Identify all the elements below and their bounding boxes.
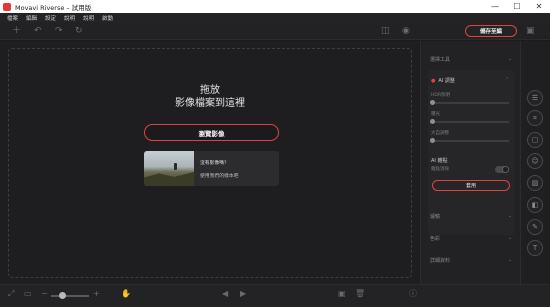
add-icon[interactable]: ＋ [12,26,21,36]
menu-help[interactable]: 說明 [83,14,94,22]
chevron-down-icon[interactable]: ⌄ [508,213,512,219]
undo-icon[interactable]: ↶ [34,26,42,36]
zoom-out-icon[interactable]: − [41,289,48,299]
menu-settings[interactable]: 設定 [45,14,56,22]
zoom-in-icon[interactable]: + [93,289,100,299]
chevron-down-icon[interactable]: ⌄ [508,257,512,263]
slider-label-exposure: 曝光 [431,112,440,117]
hand-icon[interactable]: ✋ [121,289,131,299]
thumbnail-person [174,163,177,170]
delete-icon[interactable]: 🗑 [355,289,365,299]
reset-icon[interactable]: ↻ [75,26,83,36]
sample-thumbnail [144,151,194,186]
minimize-button[interactable]: — [484,0,506,13]
slider-hdr-track[interactable] [431,102,509,104]
chevron-up-icon[interactable]: ⌃ [505,77,509,83]
slider-exposure-track[interactable] [431,121,509,123]
noise-toggle-knob [502,166,509,173]
section-details[interactable]: 詳細資料 [430,257,450,264]
browse-images-button[interactable]: 瀏覽影像 [144,124,279,141]
slider-hdr-knob[interactable] [430,100,435,105]
crop-icon[interactable]: ⌗ [527,110,543,126]
prev-icon[interactable]: ◀ [222,289,228,299]
menu-edit[interactable]: 編輯 [26,14,37,22]
app-logo-icon [3,2,11,11]
slider-label-auto: 大自調整 [431,131,449,136]
apply-button[interactable]: 套用 [432,180,510,191]
menu-bar: 檔案 編輯 設定 說明 說明 啟動 [0,13,550,23]
chevron-down-icon[interactable]: ⌄ [508,235,512,241]
text-icon[interactable]: T [527,240,543,256]
drop-subheading: 影像檔案到這裡 [175,98,245,109]
menu-about[interactable]: 說明 [64,14,75,22]
slider-auto-knob[interactable] [430,138,435,143]
preview-icon[interactable]: ◉ [402,26,410,36]
fit-icon[interactable]: ⤢ [8,289,14,299]
flame-icon: ● [431,78,436,84]
sliders-icon[interactable]: ☰ [527,90,543,106]
redo-icon[interactable]: ↷ [55,26,63,36]
palette-icon[interactable]: ☺ [527,153,543,169]
thumbnail-hill [144,172,194,186]
window-title: Movavi Riverse – 試用版 [15,3,92,12]
noise-toggle-label: 雜點消除 [431,167,449,172]
ai-adjust-label: AI 調整 [438,78,455,84]
close-button[interactable]: ✕ [528,0,550,13]
section-filters[interactable]: 濾鏡 [430,213,440,220]
gallery-icon[interactable]: ▣ [338,289,346,299]
sticker-icon[interactable]: ✎ [527,219,543,235]
menu-file[interactable]: 檔案 [7,14,18,22]
menu-activate[interactable]: 啟動 [102,14,113,22]
zoom-slider-knob[interactable] [59,292,66,299]
info-icon[interactable]: ⓘ [409,289,417,299]
slider-auto-track[interactable] [431,140,509,142]
title-bar: Movavi Riverse – 試用版 — ☐ ✕ [0,0,550,13]
save-icon[interactable]: ▣ [526,26,535,36]
chevron-down-icon[interactable]: ⌄ [508,56,512,62]
sample-image-card[interactable]: 沒有影像嗎？ 使用我們的樣本吧 [144,151,279,186]
use-sample-link[interactable]: 使用我們的樣本吧 [200,172,238,179]
ai-adjust-title[interactable]: ● AI 調整 [431,77,455,84]
layers-icon[interactable]: ◧ [527,197,543,213]
section-color[interactable]: 色彩 [430,235,440,242]
image-icon[interactable]: ▨ [527,175,543,191]
maximize-button[interactable]: ☐ [506,0,528,13]
slider-label-hdr: HDR照明 [431,93,450,98]
actual-size-icon[interactable]: ▭ [24,289,32,299]
panel-heading: 選擇工具 [430,57,451,63]
next-icon[interactable]: ▶ [240,289,246,299]
slider-exposure-knob[interactable] [430,119,435,124]
frame-icon[interactable]: ▢ [527,132,543,148]
export-button[interactable]: 儲存至編 [465,25,517,37]
ai-noise-title: AI 雜點 [431,158,448,164]
compare-icon[interactable]: ◫ [381,26,390,36]
sample-question: 沒有影像嗎？ [200,161,229,166]
zoom-slider-track[interactable] [51,295,89,297]
